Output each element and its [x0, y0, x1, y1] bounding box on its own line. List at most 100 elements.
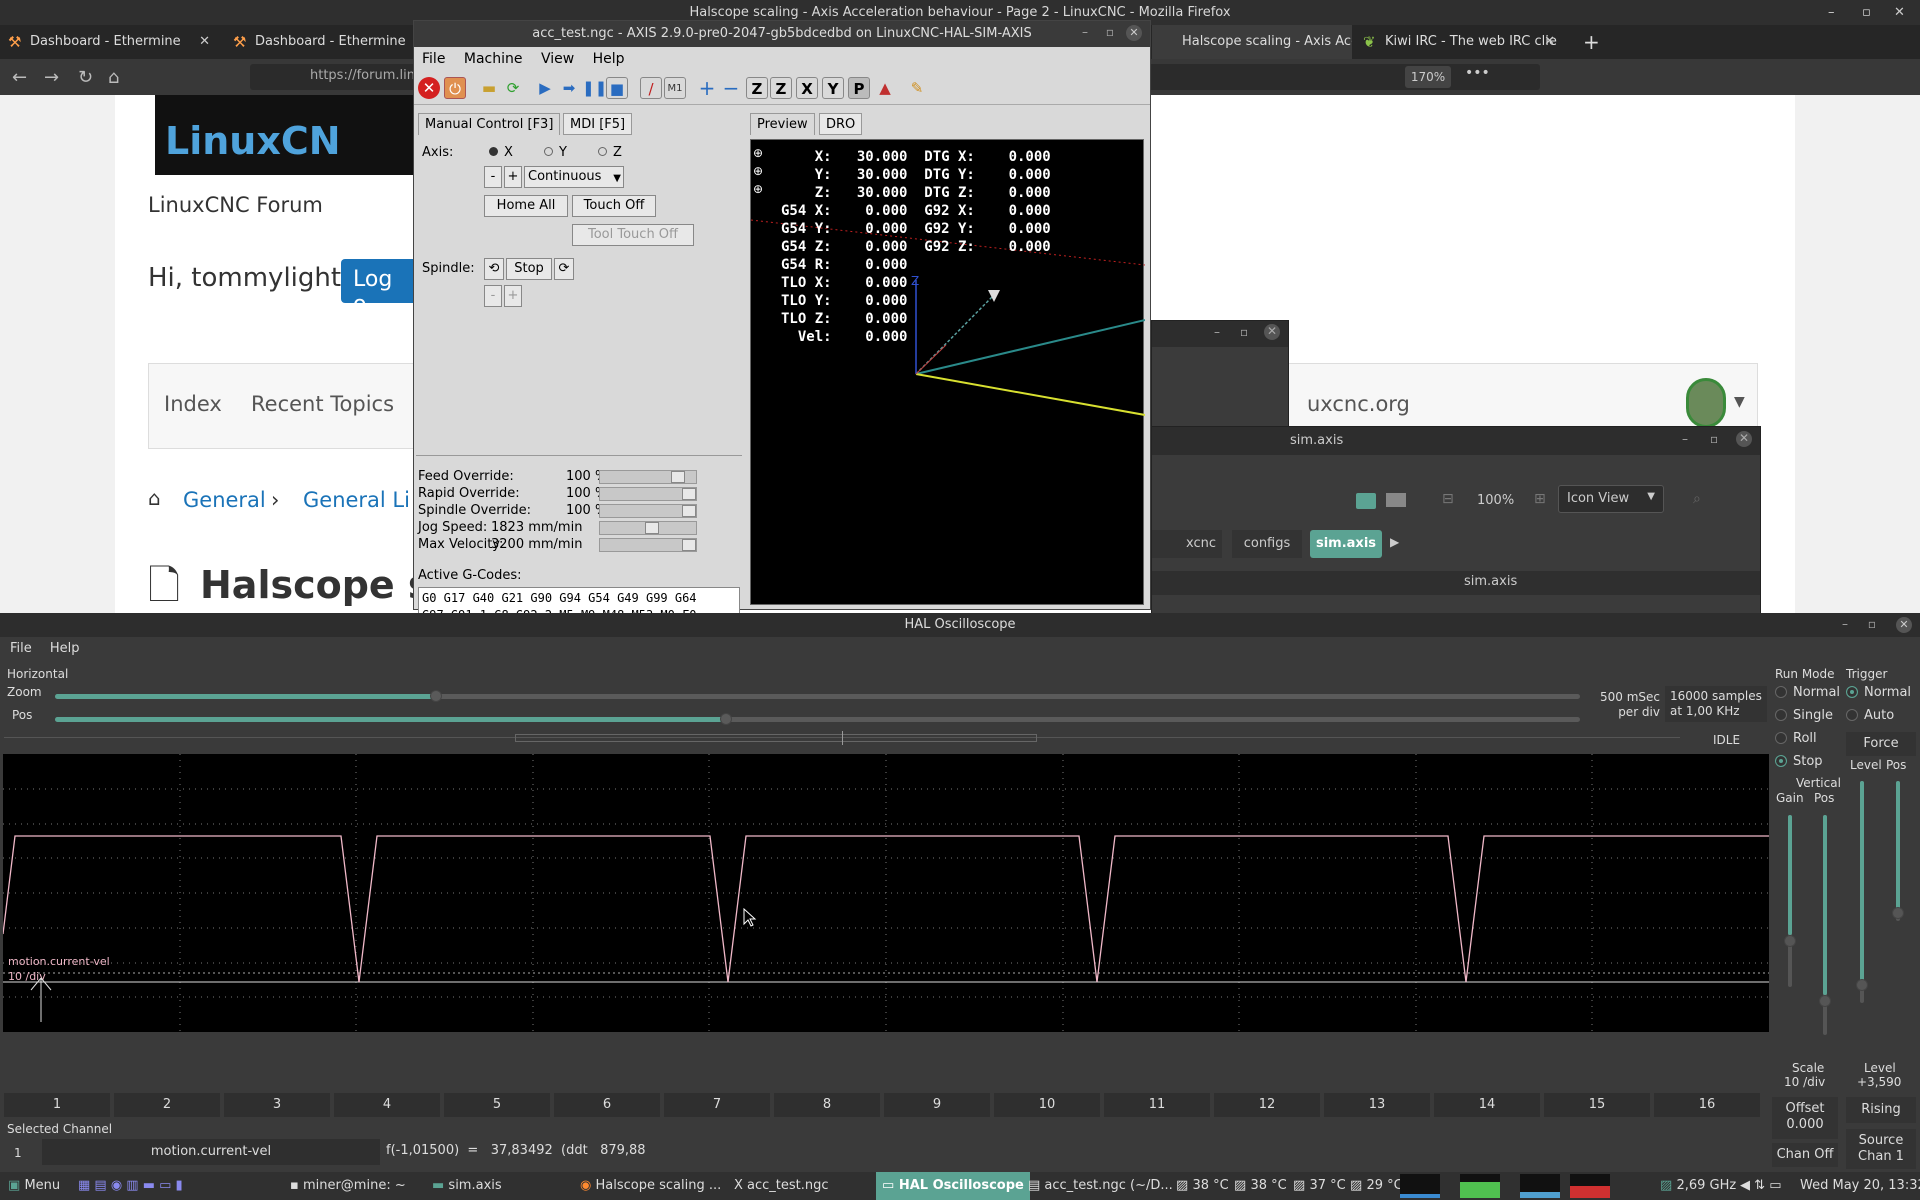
gain-knob[interactable]: [1784, 935, 1796, 947]
axis-radio-x[interactable]: X: [489, 145, 513, 160]
minimize-icon[interactable]: –: [1828, 0, 1835, 25]
channel-button-11[interactable]: 11: [1104, 1093, 1210, 1117]
taskbar-item-halscope[interactable]: ▭ HAL Oscilloscope: [876, 1172, 1030, 1200]
jog-minus-button[interactable]: -: [484, 166, 502, 188]
gain-slider[interactable]: [1788, 815, 1792, 987]
avatar[interactable]: [1686, 378, 1726, 428]
nav-domain-link[interactable]: uxcnc.org: [1307, 392, 1410, 416]
slider-knob[interactable]: [671, 471, 685, 483]
trigger-pos-knob[interactable]: [1892, 907, 1904, 919]
toolpath-preview[interactable]: Z ⊕ ⊕ ⊕ X: 30.000 DTG X: 0.000 Y: 30.000 D…: [750, 139, 1145, 605]
scope-display[interactable]: motion.current-vel 10 /div: [3, 754, 1769, 1032]
taskbar-item-editor[interactable]: ▤ acc_test.ngc (~/D...: [1028, 1172, 1173, 1200]
spindle-cw-icon[interactable]: ⟳: [554, 258, 574, 280]
zoom-out-icon[interactable]: −: [720, 77, 742, 99]
slider-knob[interactable]: [645, 522, 659, 534]
channel-button-8[interactable]: 8: [774, 1093, 880, 1117]
stop-icon[interactable]: ■: [606, 77, 628, 99]
close-tab-icon[interactable]: ✕: [1544, 25, 1555, 59]
channel-button-3[interactable]: 3: [224, 1093, 330, 1117]
zoom-in-icon[interactable]: +: [696, 77, 718, 99]
channel-button-2[interactable]: 2: [114, 1093, 220, 1117]
run-icon[interactable]: ▶: [534, 77, 556, 99]
nav-index[interactable]: Index: [164, 392, 222, 416]
channel-button-16[interactable]: 16: [1654, 1093, 1760, 1117]
new-tab-icon[interactable]: +: [1575, 25, 1605, 59]
close-tab-icon[interactable]: ✕: [199, 25, 210, 59]
minimize-icon[interactable]: –: [1842, 617, 1848, 631]
estop-icon[interactable]: ✕: [418, 77, 440, 99]
logout-button[interactable]: Log o: [341, 259, 421, 317]
zoom-in-icon[interactable]: ⊞: [1534, 491, 1546, 507]
close-icon[interactable]: ✕: [1894, 0, 1905, 25]
path-segment-configs[interactable]: configs: [1232, 530, 1302, 558]
more-actions-icon[interactable]: •••: [1465, 65, 1490, 81]
minimize-icon[interactable]: –: [1214, 325, 1220, 339]
clear-plot-icon[interactable]: ✎: [906, 77, 928, 99]
jog-mode-select[interactable]: Continuous ▼: [524, 166, 624, 188]
chevron-right-icon[interactable]: ▶: [1390, 535, 1399, 549]
channel-button-4[interactable]: 4: [334, 1093, 440, 1117]
samples-button[interactable]: 16000 samples at 1,00 KHz: [1665, 686, 1767, 722]
optional-stop-icon[interactable]: M1: [664, 77, 686, 99]
maximize-icon[interactable]: ▫: [1862, 0, 1871, 25]
offset-button[interactable]: Offset 0.000: [1772, 1097, 1838, 1139]
tab-ethermine-1[interactable]: ⚒ Dashboard - Ethermine ✕: [0, 25, 220, 59]
channel-button-5[interactable]: 5: [444, 1093, 550, 1117]
close-icon[interactable]: ✕: [1264, 324, 1280, 340]
pos-slider[interactable]: [55, 713, 1580, 725]
run-mode-roll[interactable]: Roll: [1775, 731, 1817, 746]
trigger-level-slider[interactable]: [1860, 781, 1864, 1003]
override-slider[interactable]: [599, 470, 697, 484]
maximize-icon[interactable]: ▫: [1868, 617, 1876, 631]
taskbar-item-firefox[interactable]: ◉ Halscope scaling ...: [580, 1172, 721, 1200]
zoom-knob[interactable]: [430, 690, 442, 702]
axis-radio-z[interactable]: Z: [598, 145, 622, 160]
view-x-icon[interactable]: X: [796, 77, 818, 99]
minimize-icon[interactable]: –: [1082, 25, 1088, 39]
view-p-icon[interactable]: P: [848, 77, 870, 99]
chevron-down-icon[interactable]: ▼: [1734, 394, 1745, 410]
override-slider[interactable]: [599, 521, 697, 535]
tab-ethermine-2[interactable]: ⚒ Dashboard - Ethermine: [225, 25, 415, 59]
menu-help[interactable]: Help: [593, 51, 625, 67]
override-slider[interactable]: [599, 487, 697, 501]
view-y-icon[interactable]: Y: [822, 77, 844, 99]
tray-icons[interactable]: ◀ ⇅ ▭: [1740, 1172, 1781, 1200]
spindle-plus-button[interactable]: +: [504, 285, 522, 307]
chan-off-button[interactable]: Chan Off: [1772, 1143, 1838, 1167]
launcher-icons[interactable]: ▦ ▤ ◉ ▥ ▬ ▭ ▮: [78, 1172, 183, 1200]
path-segment-sim-axis[interactable]: sim.axis: [1310, 530, 1382, 558]
start-menu[interactable]: ▣ Menu: [8, 1172, 60, 1200]
trigger-mode-normal[interactable]: Normal: [1846, 685, 1911, 700]
channel-button-14[interactable]: 14: [1434, 1093, 1540, 1117]
menu-machine[interactable]: Machine: [464, 51, 523, 67]
block-delete-icon[interactable]: /: [640, 77, 662, 99]
tab-preview[interactable]: Preview: [750, 113, 815, 135]
tab-kiwi-irc[interactable]: ❦ Kiwi IRC - The web IRC clie ✕: [1355, 25, 1565, 59]
rising-button[interactable]: Rising: [1846, 1097, 1916, 1123]
tab-dro[interactable]: DRO: [819, 113, 863, 135]
taskbar-item-terminal[interactable]: ▪ miner@mine: ~: [290, 1172, 406, 1200]
tab-manual-control[interactable]: Manual Control [F3]: [418, 113, 561, 135]
menu-file[interactable]: File: [422, 51, 445, 67]
jog-plus-button[interactable]: +: [504, 166, 522, 188]
channel-button-6[interactable]: 6: [554, 1093, 660, 1117]
zoom-slider[interactable]: [55, 690, 1580, 702]
view-z-icon[interactable]: Z: [746, 77, 768, 99]
back-icon[interactable]: ←: [12, 67, 27, 88]
trigger-mode-auto[interactable]: Auto: [1846, 708, 1894, 723]
maximize-icon[interactable]: ▫: [1240, 325, 1248, 339]
spindle-minus-button[interactable]: -: [484, 285, 502, 307]
zoom-out-icon[interactable]: ⊟: [1442, 491, 1454, 507]
run-mode-single[interactable]: Single: [1775, 708, 1833, 723]
channel-button-12[interactable]: 12: [1214, 1093, 1320, 1117]
home-icon[interactable]: ⌂: [148, 486, 161, 510]
forward-icon[interactable]: →: [44, 67, 59, 88]
firefox-window-controls[interactable]: – ▫ ✕: [1800, 0, 1920, 25]
taskbar-item-sim-axis[interactable]: ▬ sim.axis: [432, 1172, 502, 1200]
slider-knob[interactable]: [682, 505, 696, 517]
menu-view[interactable]: View: [541, 51, 574, 67]
axis-radio-y[interactable]: Y: [544, 145, 567, 160]
close-icon[interactable]: ✕: [1126, 25, 1142, 41]
